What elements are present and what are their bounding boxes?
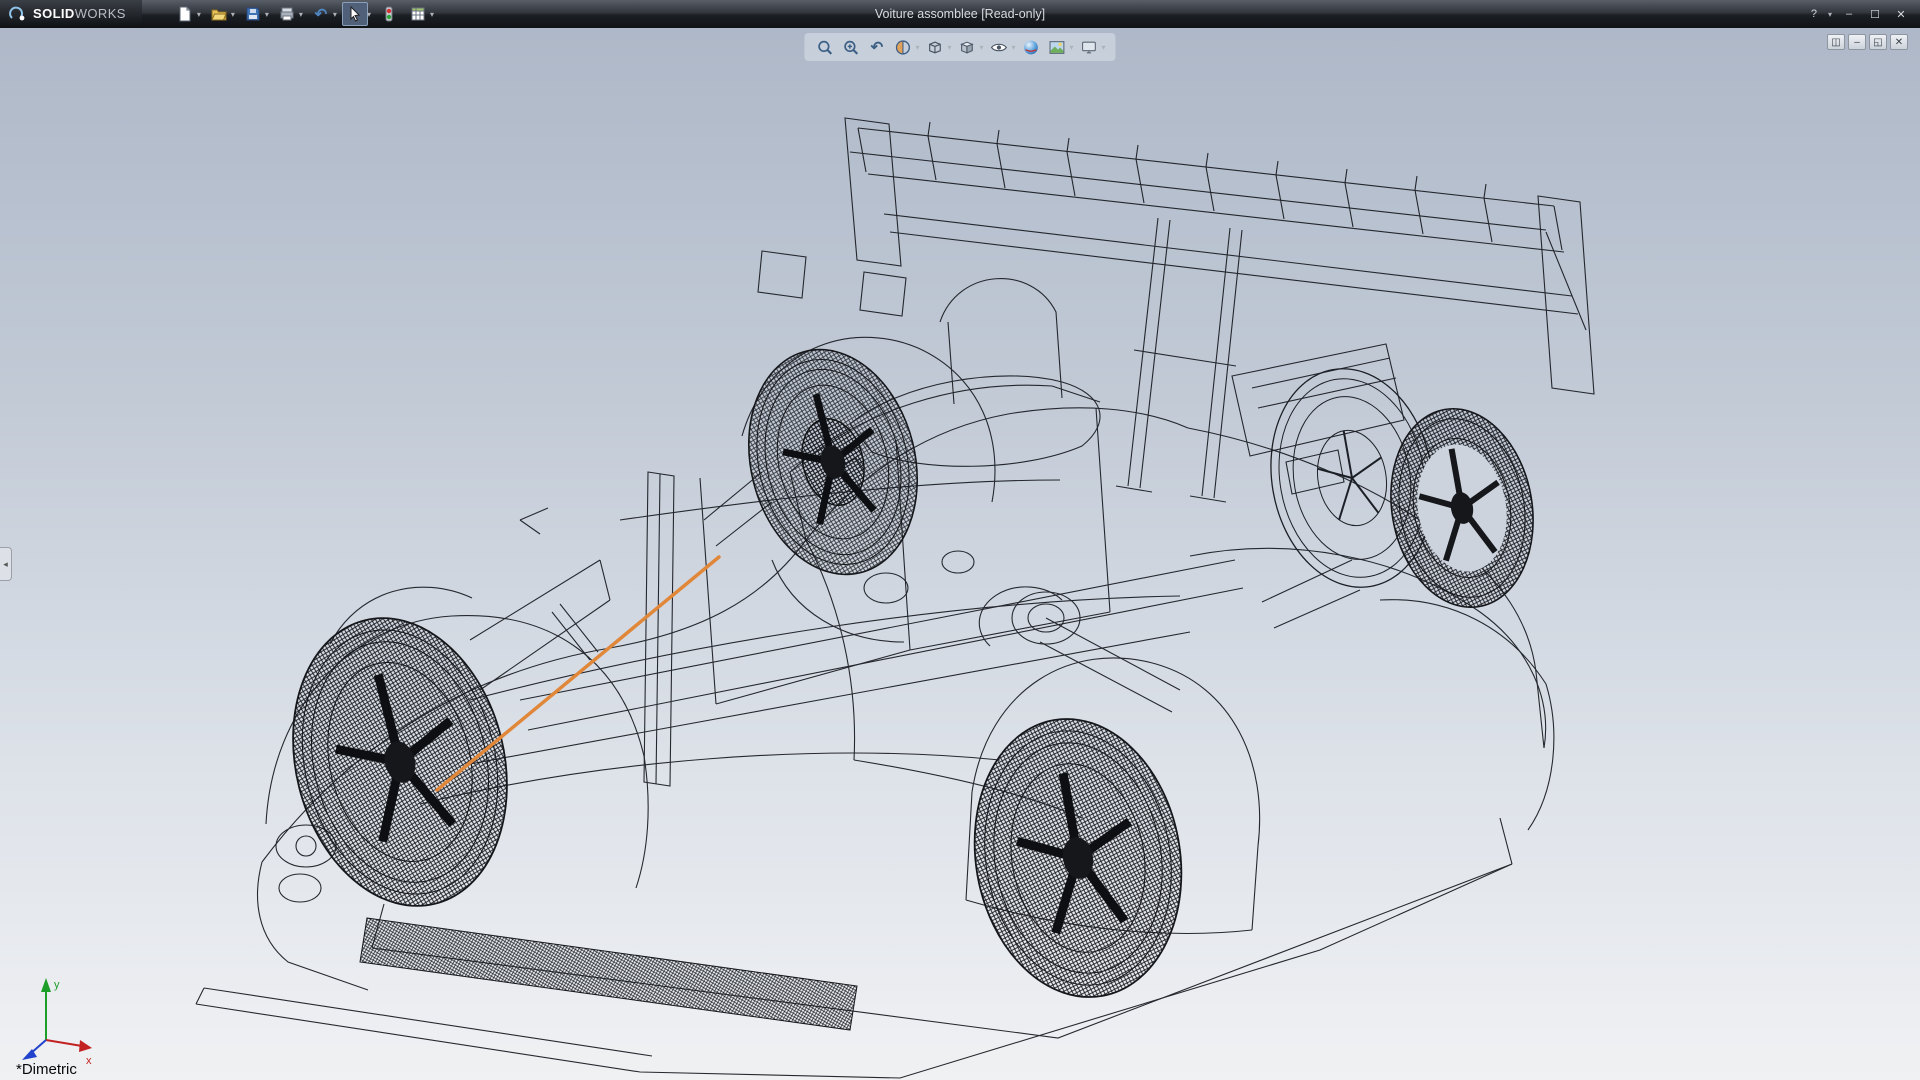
select-cursor-button[interactable] [342,2,368,26]
view-settings-button[interactable] [1077,35,1102,59]
undo-button[interactable]: ↶ [308,2,334,26]
apply-scene-button[interactable] [1045,35,1070,59]
solidworks-logo: SOLIDWORKS [0,0,142,28]
reference-triad: y x [6,970,98,1066]
main-toolbar: ▾ ▾ ▾ [172,2,436,26]
wheel-rear-left [953,702,1203,1013]
minimize-icon: – [1846,8,1852,20]
hide-show-items-button[interactable] [987,35,1012,59]
selected-edge-highlight[interactable] [437,557,719,790]
dropdown-arrow-icon[interactable]: ▾ [947,43,951,52]
save-button[interactable] [240,2,266,26]
chevron-left-icon: ◂ [3,559,8,570]
close-document-button[interactable]: ✕ [1890,34,1908,50]
brand-name-primary: SOLID [33,6,75,21]
dropdown-arrow-icon[interactable]: ▾ [915,43,919,52]
rebuild-button[interactable] [376,2,402,26]
view-orientation-icon [926,39,943,56]
view-settings-icon [1081,39,1098,56]
tile-windows-button[interactable]: ◫ [1827,34,1845,50]
minimize-button[interactable]: – [1838,5,1860,23]
undo-icon: ↶ [315,7,328,22]
zoom-to-fit-icon [816,39,833,56]
wireframe-model [0,28,1920,1080]
zoom-to-fit-button[interactable] [812,35,837,59]
close-document-icon: ✕ [1895,37,1903,48]
edit-appearance-button[interactable] [1019,35,1044,59]
dropdown-arrow-icon[interactable]: ▾ [197,10,201,19]
dropdown-arrow-icon[interactable]: ▾ [430,10,434,19]
rebuild-traffic-light-icon [381,6,397,22]
display-style-button[interactable] [954,35,979,59]
print-icon [279,6,295,22]
dropdown-arrow-icon[interactable]: ▾ [1102,43,1106,52]
zoom-to-area-icon [842,39,859,56]
close-button[interactable]: ✕ [1890,5,1912,23]
maximize-button[interactable]: ☐ [1864,5,1886,23]
open-document-button[interactable] [206,2,232,26]
heads-up-view-toolbar: ↶ ▾ ▾ ▾ ▾ [804,33,1115,61]
minimize-document-button[interactable]: – [1848,34,1866,50]
view-orientation-label: *Dimetric [16,1061,77,1078]
view-orientation-button[interactable] [922,35,947,59]
dropdown-arrow-icon[interactable]: ▾ [231,10,235,19]
front-grille-mesh [360,918,857,1030]
dropdown-arrow-icon[interactable]: ▾ [979,43,983,52]
apply-scene-icon [1049,39,1066,56]
edit-appearance-icon [1023,39,1040,56]
wheel-front-left [264,595,536,929]
close-icon: ✕ [1896,8,1905,21]
print-button[interactable] [274,2,300,26]
graphics-area[interactable]: ↶ ▾ ▾ ▾ ▾ [0,28,1920,1080]
tile-windows-icon: ◫ [1831,37,1840,48]
document-title: Voiture assomblee [Read-only] [875,0,1045,28]
wheel-rear-right-outer [1376,397,1549,618]
hide-show-items-icon [991,39,1008,56]
minimize-document-icon: – [1854,37,1860,48]
triad-y-label: y [54,979,60,991]
design-table-icon [410,6,426,22]
select-cursor-icon [347,6,363,22]
titlebar: SOLIDWORKS ▾ ▾ ▾ [0,0,1920,28]
feature-tree-collapse-tab[interactable]: ◂ [0,547,12,581]
save-icon [245,6,261,22]
new-document-button[interactable] [172,2,198,26]
new-document-icon [177,6,193,22]
dassault-3ds-logo-icon [8,6,28,22]
restore-document-button[interactable]: ◱ [1869,34,1887,50]
help-icon: ? [1811,8,1817,20]
dropdown-arrow-icon[interactable]: ▾ [1070,43,1074,52]
wheel-front-right [726,332,940,593]
zoom-to-area-button[interactable] [838,35,863,59]
restore-document-icon: ◱ [1873,37,1882,48]
section-view-icon [894,39,911,56]
help-button[interactable]: ? [1803,5,1825,23]
document-window-buttons: ◫ – ◱ ✕ [1827,34,1908,50]
brand-name-secondary: WORKS [75,6,126,21]
triad-x-label: x [86,1055,92,1066]
display-style-icon [958,39,975,56]
dropdown-arrow-icon[interactable]: ▾ [265,10,269,19]
section-view-button[interactable] [890,35,915,59]
dropdown-arrow-icon[interactable]: ▾ [333,10,337,19]
dropdown-arrow-icon[interactable]: ▾ [1012,43,1016,52]
previous-view-icon: ↶ [871,40,884,55]
window-controls: ? ▾ – ☐ ✕ [1803,5,1920,23]
design-table-button[interactable] [405,2,431,26]
maximize-icon: ☐ [1870,8,1880,21]
dropdown-arrow-icon[interactable]: ▾ [367,10,371,19]
open-document-icon [211,6,227,22]
dropdown-arrow-icon[interactable]: ▾ [299,10,303,19]
previous-view-button[interactable]: ↶ [864,35,889,59]
dropdown-arrow-icon[interactable]: ▾ [1828,10,1832,19]
